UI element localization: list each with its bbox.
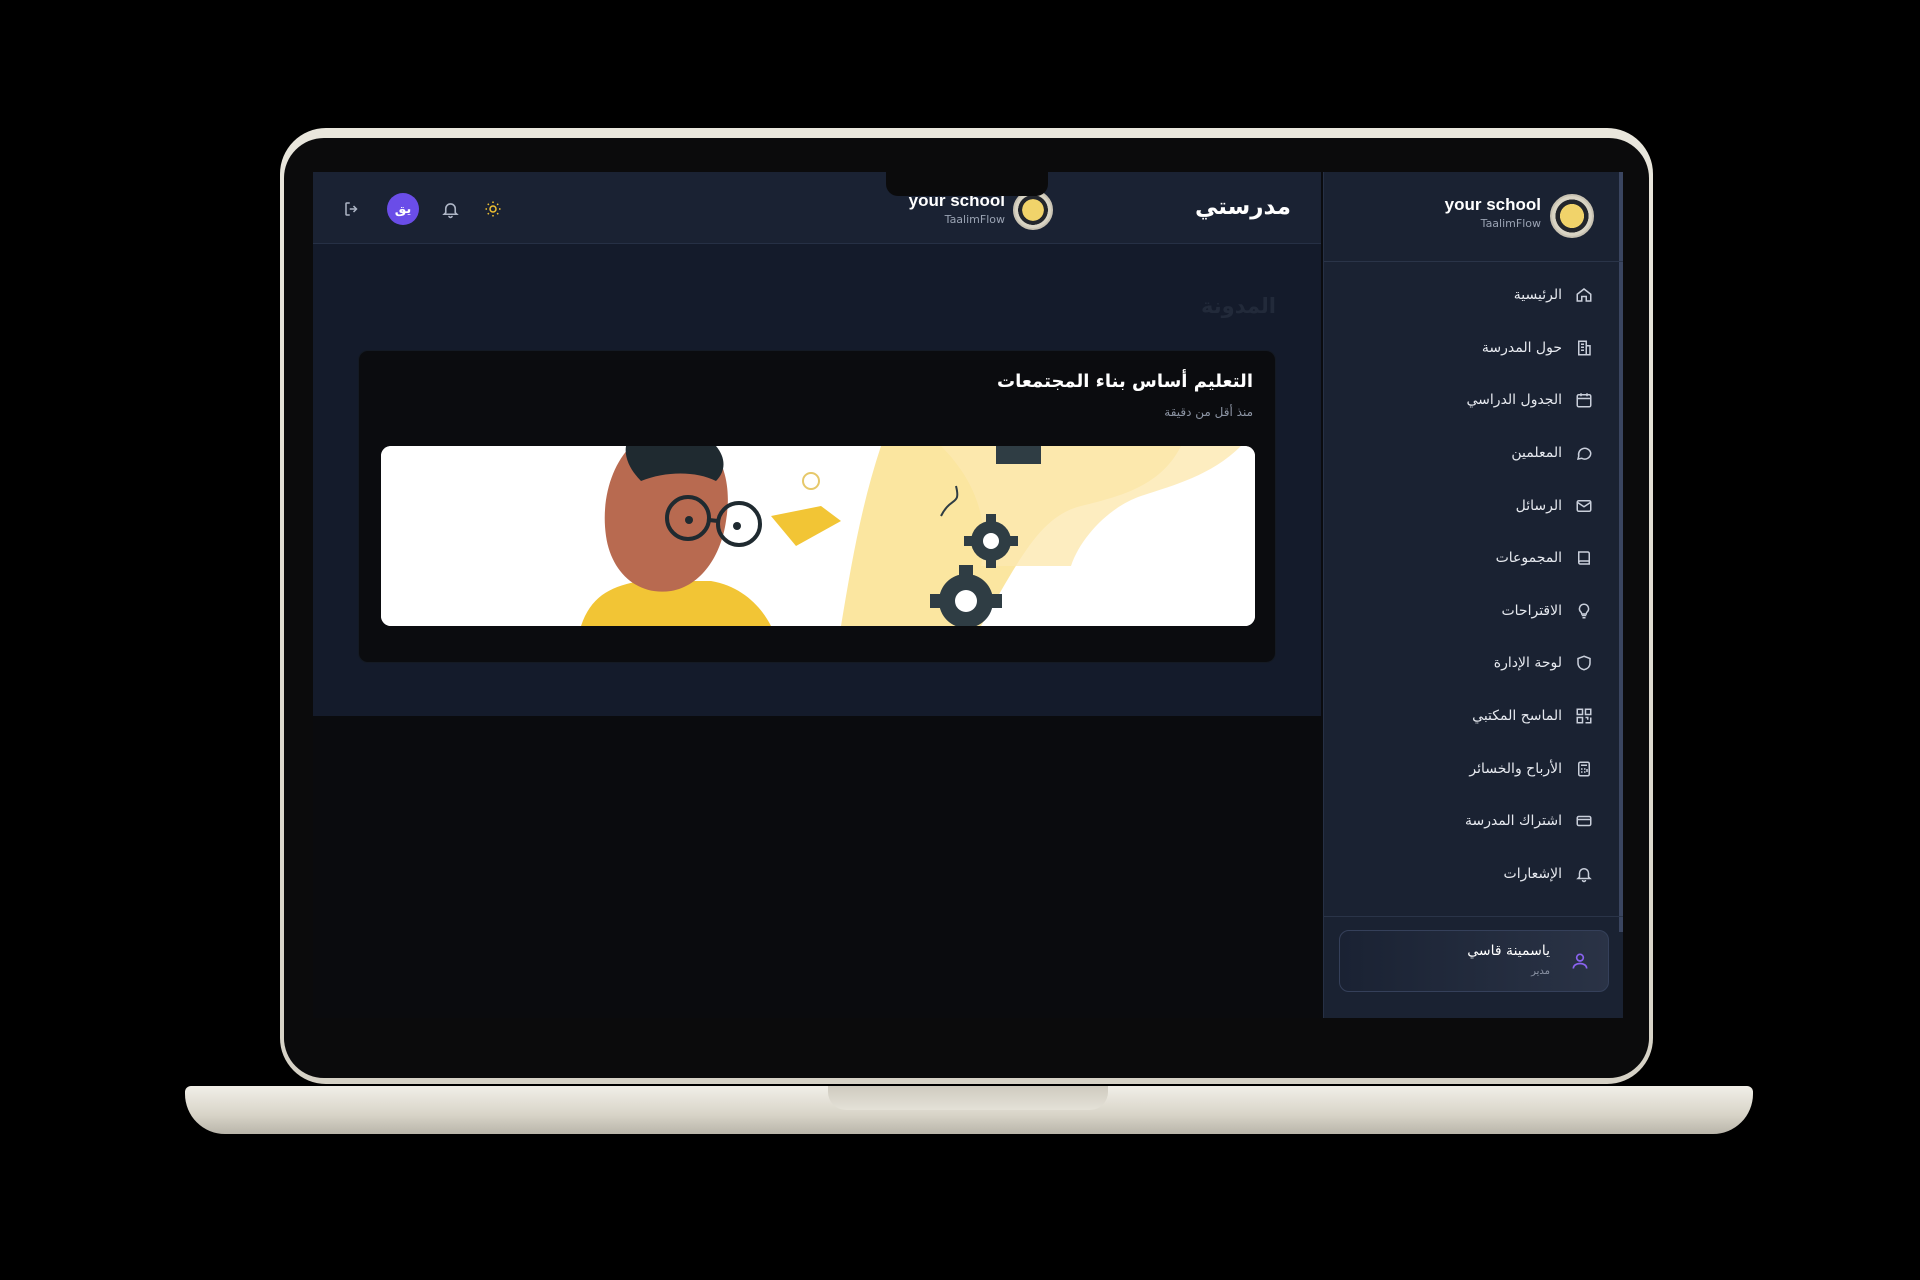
sidebar-item-label: المجموعات — [1495, 550, 1562, 567]
top-bar: يق your school TaalimFlow مدرستي — [313, 172, 1321, 244]
sidebar-item-profit-loss[interactable]: الأرباح والخسائر — [1324, 742, 1623, 795]
bell-icon[interactable] — [435, 194, 465, 224]
education-illustration — [381, 446, 1255, 626]
sidebar-item-admin-panel[interactable]: لوحة الإدارة — [1324, 637, 1623, 690]
sidebar-brand-text: your school TaalimFlow — [1445, 194, 1541, 232]
lightbulb-icon — [1574, 601, 1594, 621]
user-role: مدير — [1531, 966, 1550, 977]
sidebar-item-teachers[interactable]: المعلمين — [1324, 427, 1623, 480]
sidebar-item-label: المعلمين — [1511, 445, 1562, 462]
sidebar-header[interactable]: your school TaalimFlow — [1324, 172, 1623, 262]
chat-icon — [1574, 443, 1594, 463]
sidebar-item-label: الأرباح والخسائر — [1469, 760, 1562, 777]
sidebar-item-label: حول المدرسة — [1481, 339, 1562, 356]
bell-icon — [1574, 864, 1594, 884]
calendar-icon — [1574, 390, 1594, 410]
sidebar-brand-name: your school — [1444, 195, 1541, 214]
page-heading: مدرستي — [1194, 194, 1291, 220]
laptop-base-notch — [828, 1086, 1108, 1110]
sidebar-item-suggestions[interactable]: الاقتراحات — [1324, 585, 1623, 638]
book-icon — [1574, 548, 1594, 568]
sun-icon[interactable] — [478, 194, 508, 224]
sidebar-item-label: الاقتراحات — [1501, 602, 1562, 619]
building-icon — [1574, 338, 1594, 358]
header-brand-sub: TaalimFlow — [944, 213, 1005, 226]
credit-card-icon — [1574, 811, 1594, 831]
sidebar-brand-sub: TaalimFlow — [1480, 217, 1541, 230]
sidebar-item-label: الماسح المكتبي — [1472, 708, 1562, 725]
home-icon — [1574, 285, 1594, 305]
camera-notch — [886, 168, 1048, 196]
user-icon — [1570, 951, 1590, 975]
app-screen: يق your school TaalimFlow مدرستي المدونة… — [313, 172, 1623, 1018]
sidebar-school-logo — [1550, 194, 1594, 238]
sidebar-item-desk-scanner[interactable]: الماسح المكتبي — [1324, 690, 1623, 743]
post-image[interactable] — [381, 446, 1255, 626]
sidebar-item-about[interactable]: حول المدرسة — [1324, 322, 1623, 375]
sidebar-item-schedule[interactable]: الجدول الدراسي — [1324, 374, 1623, 427]
sidebar-nav: الرئيسية حول المدرسة الجدول الدراسي المع… — [1324, 269, 1623, 900]
user-profile-card[interactable]: ياسمينة قاسي مدير — [1339, 930, 1609, 992]
user-name: ياسمينة قاسي — [1467, 943, 1550, 959]
header-brand[interactable]: your school TaalimFlow — [783, 190, 1053, 232]
sidebar-item-label: الرئيسية — [1513, 287, 1562, 304]
section-title: المدونة — [1201, 294, 1276, 318]
sidebar-item-subscription[interactable]: اشتراك المدرسة — [1324, 795, 1623, 848]
sidebar-item-label: الجدول الدراسي — [1466, 392, 1562, 409]
logout-icon[interactable] — [337, 194, 367, 224]
sidebar-item-label: لوحة الإدارة — [1493, 655, 1562, 672]
sidebar-item-messages[interactable]: الرسائل — [1324, 479, 1623, 532]
qr-icon — [1574, 706, 1594, 726]
sidebar-item-home[interactable]: الرئيسية — [1324, 269, 1623, 322]
post-title[interactable]: التعليم أساس بناء المجتمعات — [997, 371, 1253, 392]
mail-icon — [1574, 496, 1594, 516]
sidebar-item-label: الإشعارات — [1503, 865, 1562, 882]
user-avatar[interactable]: يق — [387, 193, 419, 225]
school-logo — [1013, 190, 1053, 230]
sidebar-item-notifications[interactable]: الإشعارات — [1324, 848, 1623, 901]
blog-post-card[interactable]: التعليم أساس بناء المجتمعات منذ أقل من د… — [358, 350, 1276, 663]
sidebar-item-label: الرسائل — [1515, 497, 1562, 514]
shield-icon — [1574, 653, 1594, 673]
sidebar-item-label: اشتراك المدرسة — [1464, 813, 1562, 830]
sidebar-item-groups[interactable]: المجموعات — [1324, 532, 1623, 585]
sidebar: your school TaalimFlow الرئيسية حول المد… — [1323, 172, 1623, 1018]
sidebar-divider — [1324, 916, 1623, 917]
calculator-icon — [1574, 759, 1594, 779]
laptop-chin — [284, 1018, 1649, 1076]
post-time: منذ أقل من دقيقة — [1164, 405, 1253, 419]
main-area: يق your school TaalimFlow مدرستي المدونة… — [313, 172, 1321, 1018]
